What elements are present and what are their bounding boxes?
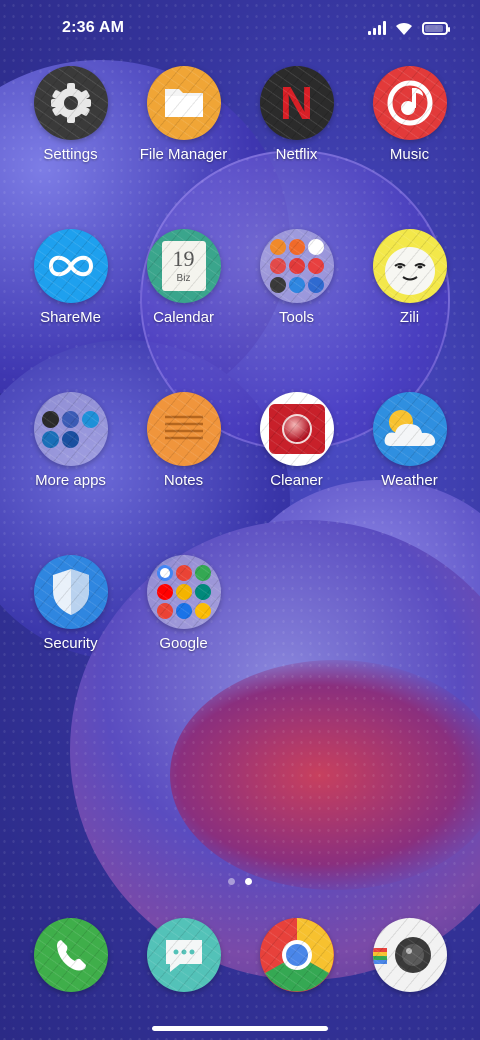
settings-icon [33,66,108,140]
app-label: ShareMe [40,309,101,326]
dock-camera[interactable] [353,918,466,992]
amazon-mini-icon [42,410,59,428]
home-indicator[interactable] [152,1026,328,1031]
weather-icon [372,392,447,466]
calendar-day: 19 [172,246,195,271]
app-label: Security [43,635,98,652]
gmail-mini-icon [175,565,192,581]
dock [14,918,466,992]
folder-more-apps[interactable]: More apps [14,392,127,555]
mini-app-icon [269,277,286,293]
mini-app-icon [288,277,305,293]
app-label: Cleaner [270,472,323,489]
signal-icon [368,21,386,35]
mini-app-icon [307,277,324,293]
booking-mini-icon [62,430,79,448]
page-indicator [228,878,252,885]
netflix-logo-glyph: N [279,77,314,129]
app-label: Calendar [153,309,214,326]
mini-app-icon [269,258,286,274]
app-label: Music [389,146,430,163]
app-weather[interactable]: Weather [353,392,466,555]
prime-video-mini-icon [82,410,99,428]
app-zili[interactable]: Zili [353,229,466,392]
calendar-icon: 19 Biz [146,229,221,303]
app-label: Settings [43,146,98,163]
status-clock: 2:36 AM [62,19,125,36]
mini-app-icon [307,258,324,274]
app-cleaner[interactable]: Cleaner [240,392,353,555]
app-label: Netflix [275,146,318,163]
shareme-icon [33,229,108,303]
app-label: Weather [381,472,438,489]
app-grid: Settings File Manager N Netflix Music Sh… [14,66,466,718]
page-dot-active[interactable] [245,878,252,885]
maps-mini-icon [194,565,211,581]
app-security[interactable]: Security [14,555,127,718]
app-label: Google [159,635,208,652]
play-mini-icon [194,603,211,619]
app-label: Notes [163,472,204,489]
dock-phone[interactable] [14,918,127,992]
dock-messages[interactable] [127,918,240,992]
zili-icon [372,229,447,303]
chrome-icon [259,918,334,992]
linkedin-mini-icon [42,430,59,448]
app-music[interactable]: Music [353,66,466,229]
duo-mini-icon [194,584,211,600]
wifi-icon [396,22,412,35]
mini-app-icon [269,239,286,255]
page-dot[interactable] [228,878,235,885]
app-shareme[interactable]: ShareMe [14,229,127,392]
tools-folder-icon [259,229,334,303]
app-label: Tools [278,309,315,326]
google-mini-icon [156,565,173,581]
calendar-weekday: Biz [176,273,191,284]
music-icon [372,66,447,140]
mini-app-icon [288,239,305,255]
status-icons [368,20,450,36]
app-label: More apps [35,472,106,489]
cleaner-icon [259,392,334,466]
mini-app-icon [288,258,305,274]
cleaner-badge [268,404,325,454]
app-settings[interactable]: Settings [14,66,127,229]
file-manager-icon [146,66,221,140]
pay-mini-icon [175,603,192,619]
folder-google[interactable]: Google [127,555,240,718]
app-notes[interactable]: Notes [127,392,240,555]
dock-chrome[interactable] [240,918,353,992]
app-netflix[interactable]: N Netflix [240,66,353,229]
camera-icon [372,918,447,992]
netflix-icon: N [259,66,334,140]
app-calendar[interactable]: 19 Biz Calendar [127,229,240,392]
folder-tools[interactable]: Tools [240,229,353,392]
calendar-page: 19 Biz [161,241,206,291]
app-label: File Manager [139,146,228,163]
mini-app-icon [307,239,324,255]
facebook-mini-icon [62,410,79,428]
drive-mini-icon [175,584,192,600]
phone-icon [33,918,108,992]
youtube-mini-icon [156,584,173,600]
app-file-manager[interactable]: File Manager [127,66,240,229]
messages-icon [146,918,221,992]
google-folder-icon [146,555,221,629]
more-apps-folder-icon [33,392,108,466]
status-bar: 2:36 AM [0,0,480,56]
battery-icon [422,21,450,35]
photos-mini-icon [156,603,173,619]
app-label: Zili [399,309,420,326]
notes-icon [146,392,221,466]
security-icon [33,555,108,629]
